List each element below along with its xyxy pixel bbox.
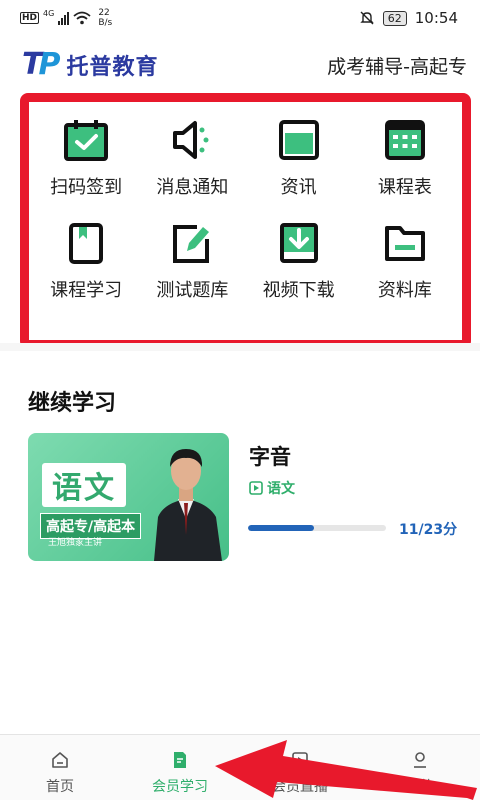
section-divider xyxy=(0,343,480,351)
clock: 10:54 xyxy=(414,9,458,27)
teacher-photo xyxy=(154,449,222,561)
progress-text: 11/23分 xyxy=(399,522,458,538)
course-card[interactable]: 语文 高起专/高起本 王旭独家主讲 字音 语文 11/23分 xyxy=(28,433,468,563)
status-left: HD 4G 22 B/s xyxy=(20,8,112,28)
grid-item-label: 消息通知 xyxy=(156,177,229,198)
grid-item-timetable[interactable]: 课程表 xyxy=(352,116,458,219)
hd-badge: HD xyxy=(20,12,40,24)
grid-item-label: 扫码签到 xyxy=(50,177,123,198)
member-study-icon xyxy=(174,752,186,768)
network-type: 4G xyxy=(43,8,55,18)
grid-item-scan-checkin[interactable]: 扫码签到 xyxy=(33,116,139,219)
logo-letter-t: T xyxy=(22,47,43,82)
calendar-check-icon xyxy=(62,116,110,164)
mute-bell-icon xyxy=(360,11,374,25)
folder-icon xyxy=(381,219,429,267)
red-arrow-annotation xyxy=(215,740,477,800)
nav-label: 首页 xyxy=(46,779,74,795)
network-speed: 22 B/s xyxy=(98,8,112,28)
wifi-icon xyxy=(73,11,91,25)
speed-unit: B/s xyxy=(98,18,113,28)
logo-mark: T P xyxy=(22,50,60,80)
course-name[interactable]: 字音 xyxy=(249,441,291,471)
feature-grid: 扫码签到 消息通知 资讯 课程表 课程学习 测试题库 视频下载 资料库 xyxy=(29,102,462,340)
timetable-icon xyxy=(381,116,429,164)
grid-item-notifications[interactable]: 消息通知 xyxy=(139,116,245,219)
grid-item-news[interactable]: 资讯 xyxy=(246,116,352,219)
grid-item-label: 课程表 xyxy=(377,177,432,198)
nav-item-home[interactable]: 首页 xyxy=(0,735,120,800)
nav-label: 会员学习 xyxy=(152,779,208,795)
speed-value: 22 xyxy=(98,8,110,18)
brand-name: 托普教育 xyxy=(66,55,159,80)
brand-logo: T P 托普教育 xyxy=(22,49,158,81)
window-icon xyxy=(275,116,323,164)
grid-item-video-download[interactable]: 视频下载 xyxy=(246,219,352,322)
course-thumbnail[interactable]: 语文 高起专/高起本 王旭独家主讲 xyxy=(28,433,229,561)
battery-indicator: 62 xyxy=(382,10,407,26)
app-header: T P 托普教育 成考辅导-高起专 xyxy=(0,38,480,92)
download-icon xyxy=(275,219,323,267)
thumb-subject: 语文 xyxy=(42,463,126,507)
status-right: 62 10:54 xyxy=(359,9,458,27)
progress-fill xyxy=(248,525,314,531)
grid-item-label: 视频下载 xyxy=(262,280,335,301)
feature-grid-panel: 扫码签到 消息通知 资讯 课程表 课程学习 测试题库 视频下载 资料库 xyxy=(20,93,471,349)
grid-item-resource-library[interactable]: 资料库 xyxy=(352,219,458,322)
grid-item-question-bank[interactable]: 测试题库 xyxy=(139,219,245,322)
book-icon xyxy=(62,219,110,267)
continue-learning-heading: 继续学习 xyxy=(28,391,117,416)
course-selector[interactable]: 成考辅导-高起专 xyxy=(327,52,467,79)
status-bar: HD 4G 22 B/s 62 10:54 xyxy=(0,0,480,36)
speaker-icon xyxy=(168,116,216,164)
thumb-teacher: 王旭独家主讲 xyxy=(48,538,103,548)
home-icon xyxy=(52,752,68,768)
signal-icon xyxy=(58,11,70,25)
grid-item-label: 资料库 xyxy=(377,280,432,301)
progress-bar xyxy=(248,525,386,531)
grid-item-course-study[interactable]: 课程学习 xyxy=(33,219,139,322)
grid-item-label: 课程学习 xyxy=(50,280,123,301)
course-type-label: 语文 xyxy=(267,481,295,497)
edit-icon xyxy=(168,219,216,267)
grid-item-label: 测试题库 xyxy=(156,280,229,301)
grid-item-label: 资讯 xyxy=(280,177,317,198)
play-box-icon xyxy=(249,481,263,495)
logo-letter-p: P xyxy=(38,47,61,82)
course-type-tag: 语文 xyxy=(249,478,295,498)
